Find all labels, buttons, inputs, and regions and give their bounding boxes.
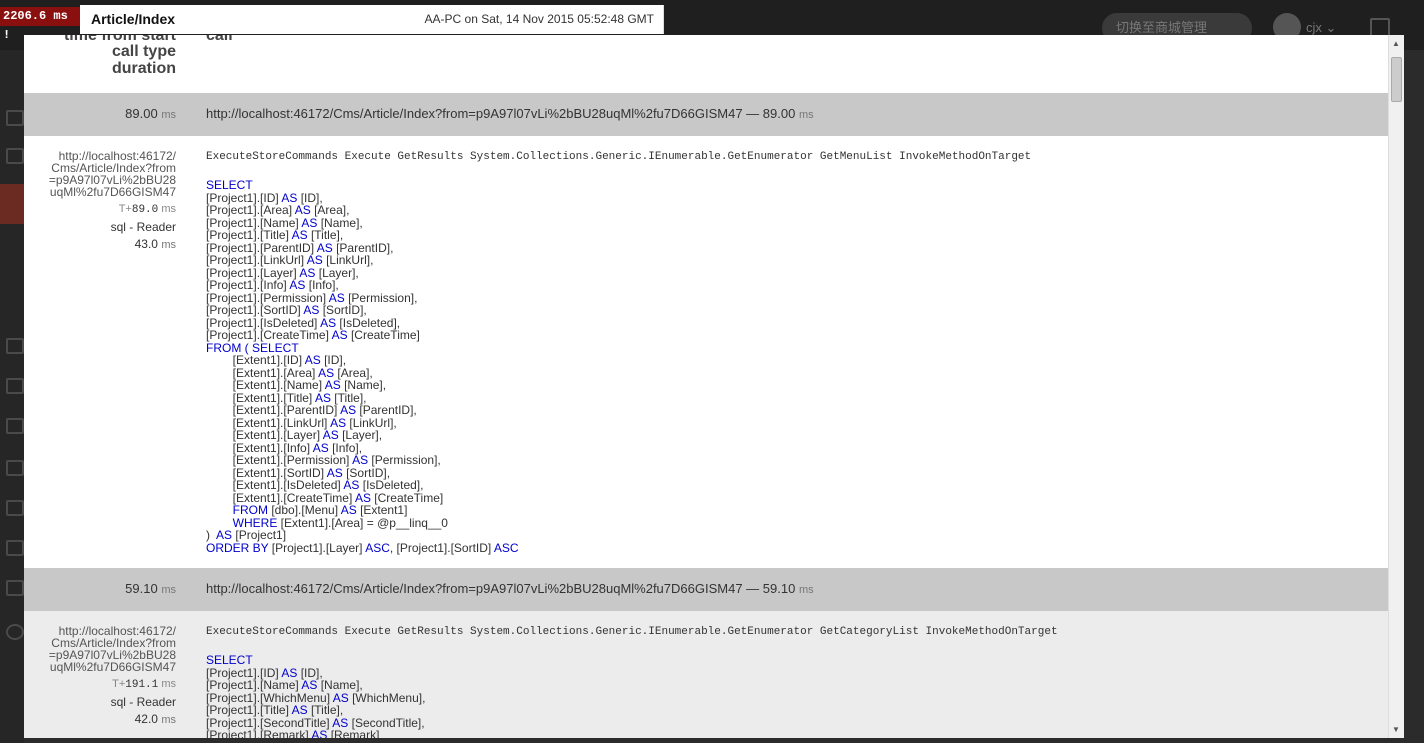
folder-icon[interactable]	[6, 540, 24, 556]
sql-call-detail: ExecuteStoreCommands Execute GetResults …	[206, 151, 1031, 554]
header-duration: duration	[112, 60, 176, 77]
request-url[interactable]: http://localhost:46172/Cms/Article/Index…	[206, 106, 814, 121]
folder-icon[interactable]	[6, 338, 24, 354]
time-from-start: T+89.0 ms	[118, 203, 176, 216]
profiler-popup: time from start call type duration call …	[24, 35, 1404, 738]
sql-line: SELECT	[206, 178, 253, 192]
folder-icon[interactable]	[6, 460, 24, 476]
file-icon[interactable]	[6, 580, 24, 596]
background-sidebar	[0, 50, 24, 743]
request-duration: 89.00 ms	[125, 106, 176, 121]
stack-trace: ExecuteStoreCommands Execute GetResults …	[206, 151, 1032, 163]
vertical-scrollbar[interactable]: ▲ ▼	[1388, 35, 1404, 738]
sidebar-active-item[interactable]	[0, 184, 24, 224]
sql-timing-meta: http://localhost:46172/ Cms/Article/Inde…	[24, 150, 176, 251]
sql-timing-row: http://localhost:46172/ Cms/Article/Inde…	[24, 611, 1388, 738]
call-type: sql - Reader	[110, 220, 176, 234]
profiler-result-badge[interactable]: 2206.6 ms !	[0, 7, 80, 42]
folder-icon[interactable]	[6, 500, 24, 516]
request-url[interactable]: http://localhost:46172/Cms/Article/Index…	[206, 581, 814, 596]
header-call-type: call type	[111, 43, 176, 60]
table-header: time from start call type duration call	[24, 35, 1388, 93]
call-duration: 43.0 ms	[134, 237, 176, 251]
time-from-start: T+191.1 ms	[112, 678, 176, 691]
scroll-up-icon[interactable]: ▲	[1392, 39, 1400, 48]
profiler-popup-header: Article/Index AA-PC on Sat, 14 Nov 2015 …	[80, 5, 664, 34]
scroll-down-icon[interactable]: ▼	[1392, 725, 1400, 734]
sql-line: [Project1].[Remark] AS [Remark]	[206, 728, 380, 738]
machine-timestamp: AA-PC on Sat, 14 Nov 2015 05:52:48 GMT	[424, 12, 654, 26]
sql-line: [Project1].[CreateTime] AS [CreateTime]	[206, 328, 420, 342]
folder-icon[interactable]	[6, 418, 24, 434]
sql-query: SELECT [Project1].[ID] AS [ID], [Project1]…	[206, 654, 1058, 738]
gear-icon[interactable]	[6, 624, 24, 640]
timing-url: http://localhost:46172/ Cms/Article/Inde…	[48, 624, 176, 674]
request-summary-row[interactable]: 89.00 ms http://localhost:46172/Cms/Arti…	[24, 93, 1388, 136]
sql-query: SELECT [Project1].[ID] AS [ID], [Project1]…	[206, 179, 1031, 554]
sql-timing-row: http://localhost:46172/ Cms/Article/Inde…	[24, 136, 1388, 568]
sql-call-detail: ExecuteStoreCommands Execute GetResults …	[206, 626, 1058, 738]
home-icon[interactable]	[6, 110, 24, 126]
scroll-thumb[interactable]	[1391, 57, 1402, 102]
call-duration: 42.0 ms	[134, 712, 176, 726]
request-summary-row[interactable]: 59.10 ms http://localhost:46172/Cms/Arti…	[24, 568, 1388, 611]
folder-icon[interactable]	[6, 148, 24, 164]
request-duration: 59.10 ms	[125, 581, 176, 596]
timing-url: http://localhost:46172/ Cms/Article/Inde…	[48, 149, 176, 199]
user-menu[interactable]: cjx ⌄	[1306, 20, 1336, 36]
header-call: call	[206, 35, 233, 44]
call-type: sql - Reader	[110, 695, 176, 709]
sql-timing-meta: http://localhost:46172/ Cms/Article/Inde…	[24, 625, 176, 726]
folder-icon[interactable]	[6, 378, 24, 394]
sql-line: SELECT	[206, 653, 253, 667]
page-title: Article/Index	[91, 11, 176, 27]
stack-trace: ExecuteStoreCommands Execute GetResults …	[206, 626, 1058, 638]
sql-line: WHERE [Extent1].[Area] = @p__linq__0	[232, 515, 448, 530]
sql-line: ORDER BY [Project1].[Layer] ASC, [Projec…	[206, 540, 519, 555]
